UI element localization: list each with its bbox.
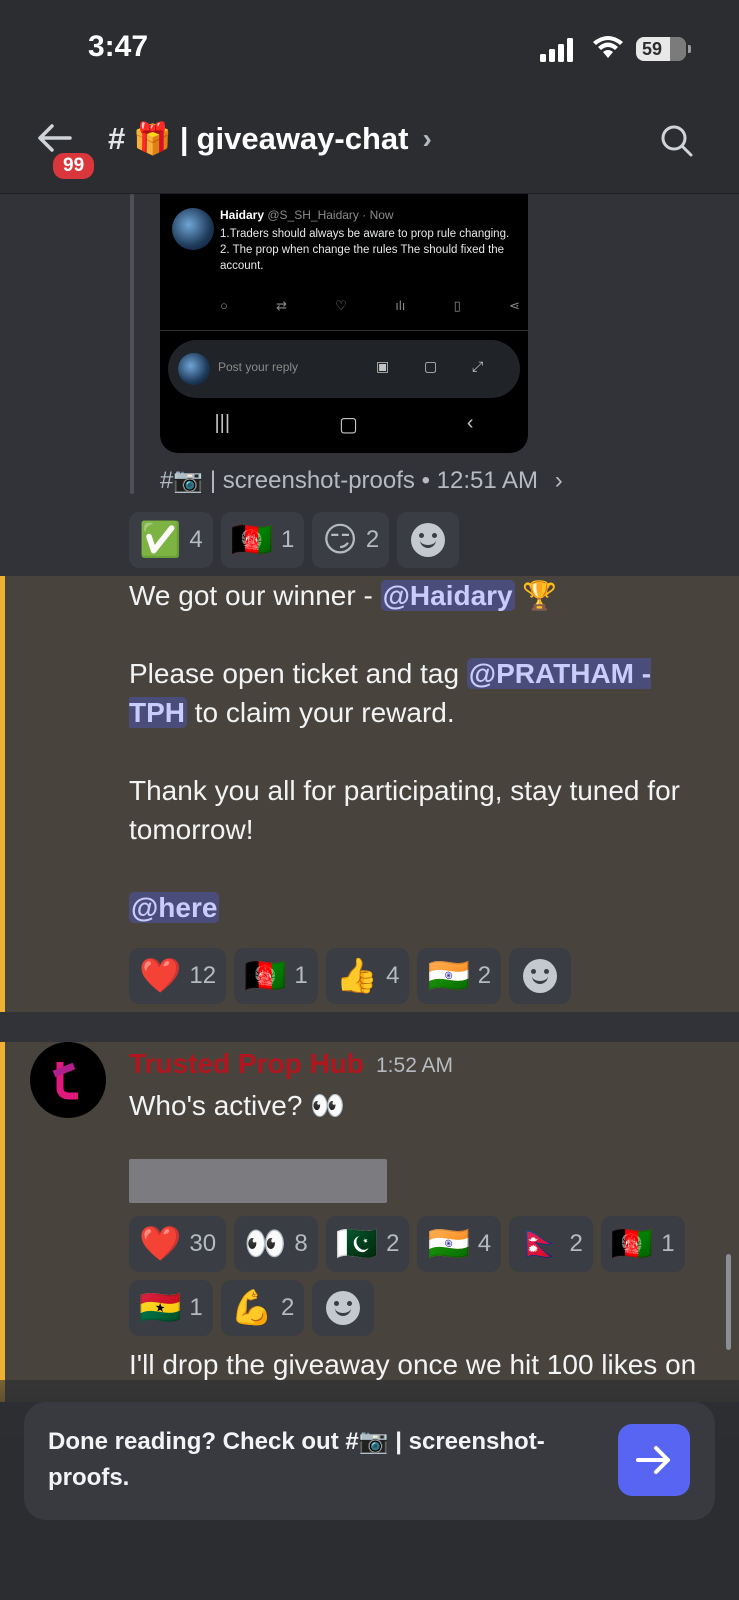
reaction-thumbs-up[interactable]: 👍 4 bbox=[325, 948, 410, 1004]
channel-header: 99 # 🎁 | giveaway-chat › bbox=[0, 100, 739, 194]
mention-here[interactable]: @here bbox=[129, 892, 220, 923]
reaction-check[interactable]: ✅ 4 bbox=[129, 512, 213, 568]
add-reaction-icon bbox=[523, 959, 558, 993]
reaction-flag-af[interactable]: 🇦🇫 1 bbox=[220, 512, 305, 568]
reply-avatar bbox=[178, 353, 210, 385]
battery-level: 59 bbox=[642, 39, 663, 59]
retweet-icon: ⇄ bbox=[276, 298, 288, 313]
reaction-eyes[interactable]: 👀 8 bbox=[234, 1216, 318, 1272]
gift-icon: 🎁 bbox=[133, 121, 172, 156]
winner-line: We got our winner - @Haidary 🏆 bbox=[129, 580, 558, 611]
cellular-signal-icon bbox=[540, 38, 573, 62]
reaction-flag-af[interactable]: 🇦🇫 1 bbox=[234, 948, 318, 1004]
done-reading-banner: Done reading? Check out #📷 | screenshot-… bbox=[24, 1402, 715, 1520]
trophy-icon: 🏆 bbox=[522, 580, 558, 611]
channel-title[interactable]: # 🎁 | giveaway-chat › bbox=[108, 120, 432, 157]
chevron-right-icon: › bbox=[422, 122, 432, 154]
reaction-flag-gh[interactable]: 🇬🇭 1 bbox=[129, 1280, 213, 1336]
reaction-muscle[interactable]: 💪 2 bbox=[220, 1280, 305, 1336]
reaction-flag-np[interactable]: 🇳🇵 2 bbox=[509, 1216, 593, 1272]
reply-thread-bar bbox=[130, 194, 134, 494]
reactions-row-1: ✅ 4 🇦🇫 1 😏 2 bbox=[129, 512, 460, 568]
avatar[interactable] bbox=[30, 1042, 106, 1118]
message-body-2: Who's active? 👀 bbox=[129, 1090, 346, 1121]
banner-text: Done reading? Check out #📷 | screenshot-… bbox=[48, 1428, 545, 1491]
recents-icon: ||| bbox=[214, 412, 231, 434]
scrollbar[interactable] bbox=[726, 1254, 731, 1350]
status-bar: 3:47 59 bbox=[0, 0, 739, 100]
reaction-flag-af[interactable]: 🇦🇫 1 bbox=[600, 1216, 685, 1272]
hash-icon: # bbox=[108, 120, 126, 156]
wifi-icon bbox=[593, 36, 623, 58]
reactions-row-2: ❤️ 12 🇦🇫 1 👍 4 🇮🇳 2 bbox=[129, 948, 572, 1004]
add-reaction-icon bbox=[326, 1291, 361, 1325]
views-icon: ılı bbox=[395, 298, 406, 313]
tweet-body: 1.Traders should always be aware to prop… bbox=[220, 228, 510, 272]
message-body-1: We got our winner - @Haidary 🏆 Please op… bbox=[129, 576, 709, 927]
android-nav-bar: ||| ▢ ‹ bbox=[160, 412, 528, 437]
share-icon: ⋖ bbox=[509, 298, 520, 313]
reaction-heart[interactable]: ❤️ 12 bbox=[129, 948, 227, 1004]
reaction-flag-in[interactable]: 🇮🇳 2 bbox=[417, 948, 502, 1004]
arrow-right-icon bbox=[636, 1446, 670, 1474]
tweet-avatar bbox=[172, 208, 214, 250]
nav-back-icon: ‹ bbox=[466, 412, 474, 434]
chevron-right-icon: › bbox=[554, 467, 563, 494]
add-reaction-button[interactable] bbox=[509, 948, 572, 1004]
spoiler-block[interactable] bbox=[129, 1159, 387, 1203]
reply-icon: ○ bbox=[220, 298, 228, 313]
home-icon: ▢ bbox=[339, 414, 358, 436]
unread-badge: 99 bbox=[50, 150, 98, 182]
like-icon: ♡ bbox=[335, 298, 347, 313]
battery-icon: 59 bbox=[636, 37, 691, 61]
add-reaction-button[interactable] bbox=[312, 1280, 375, 1336]
ticket-line: Please open ticket and tag @PRATHAM - TP… bbox=[129, 658, 652, 728]
message-timestamp: 1:52 AM bbox=[376, 1054, 454, 1077]
image-icon: ▣ bbox=[376, 358, 390, 374]
clock: 3:47 bbox=[88, 30, 149, 63]
tweet-author: Haidary @S_SH_Haidary · Now bbox=[220, 208, 394, 222]
search-icon[interactable] bbox=[660, 124, 694, 158]
go-to-channel-button[interactable] bbox=[618, 1424, 690, 1496]
tweet-reply-box: Post your reply ▣ ▢ ⤢ bbox=[168, 340, 520, 398]
add-reaction-button[interactable] bbox=[397, 512, 460, 568]
reaction-heart[interactable]: ❤️ 30 bbox=[129, 1216, 227, 1272]
embedded-screenshot[interactable]: Haidary @S_SH_Haidary · Now 1.Traders sh… bbox=[160, 194, 528, 453]
expand-icon: ⤢ bbox=[472, 358, 484, 374]
bookmark-icon: ▯ bbox=[453, 298, 461, 313]
trusted-prop-hub-logo-icon bbox=[52, 1062, 78, 1100]
mention-haidary[interactable]: @Haidary bbox=[380, 580, 515, 611]
reaction-flag-pk[interactable]: 🇵🇰 2 bbox=[325, 1216, 410, 1272]
add-reaction-icon bbox=[411, 523, 446, 557]
reactions-row-3: ❤️ 30 👀 8 🇵🇰 2 🇮🇳 4 🇳🇵 2 🇦🇫 1 🇬🇭 1 💪 2 bbox=[129, 1216, 719, 1336]
reaction-flag-in[interactable]: 🇮🇳 4 bbox=[417, 1216, 502, 1272]
message-divider bbox=[0, 1012, 739, 1042]
message-author[interactable]: Trusted Prop Hub bbox=[129, 1048, 364, 1080]
channel-name: giveaway-chat bbox=[196, 120, 409, 156]
tweet-actions: ○ ⇄ ♡ ılı ▯ ⋖ bbox=[220, 298, 520, 314]
gif-icon: ▢ bbox=[424, 358, 438, 374]
source-channel-link[interactable]: #📷 | screenshot-proofs • 12:51 AM › bbox=[160, 466, 563, 495]
reply-placeholder: Post your reply bbox=[218, 360, 299, 374]
reaction-meme-face[interactable]: 😏 2 bbox=[312, 512, 390, 568]
thanks-line: Thank you all for participating, stay tu… bbox=[129, 775, 680, 845]
message-body-3: I'll drop the giveaway once we hit 100 l… bbox=[129, 1349, 697, 1380]
title-separator: | bbox=[179, 120, 189, 156]
